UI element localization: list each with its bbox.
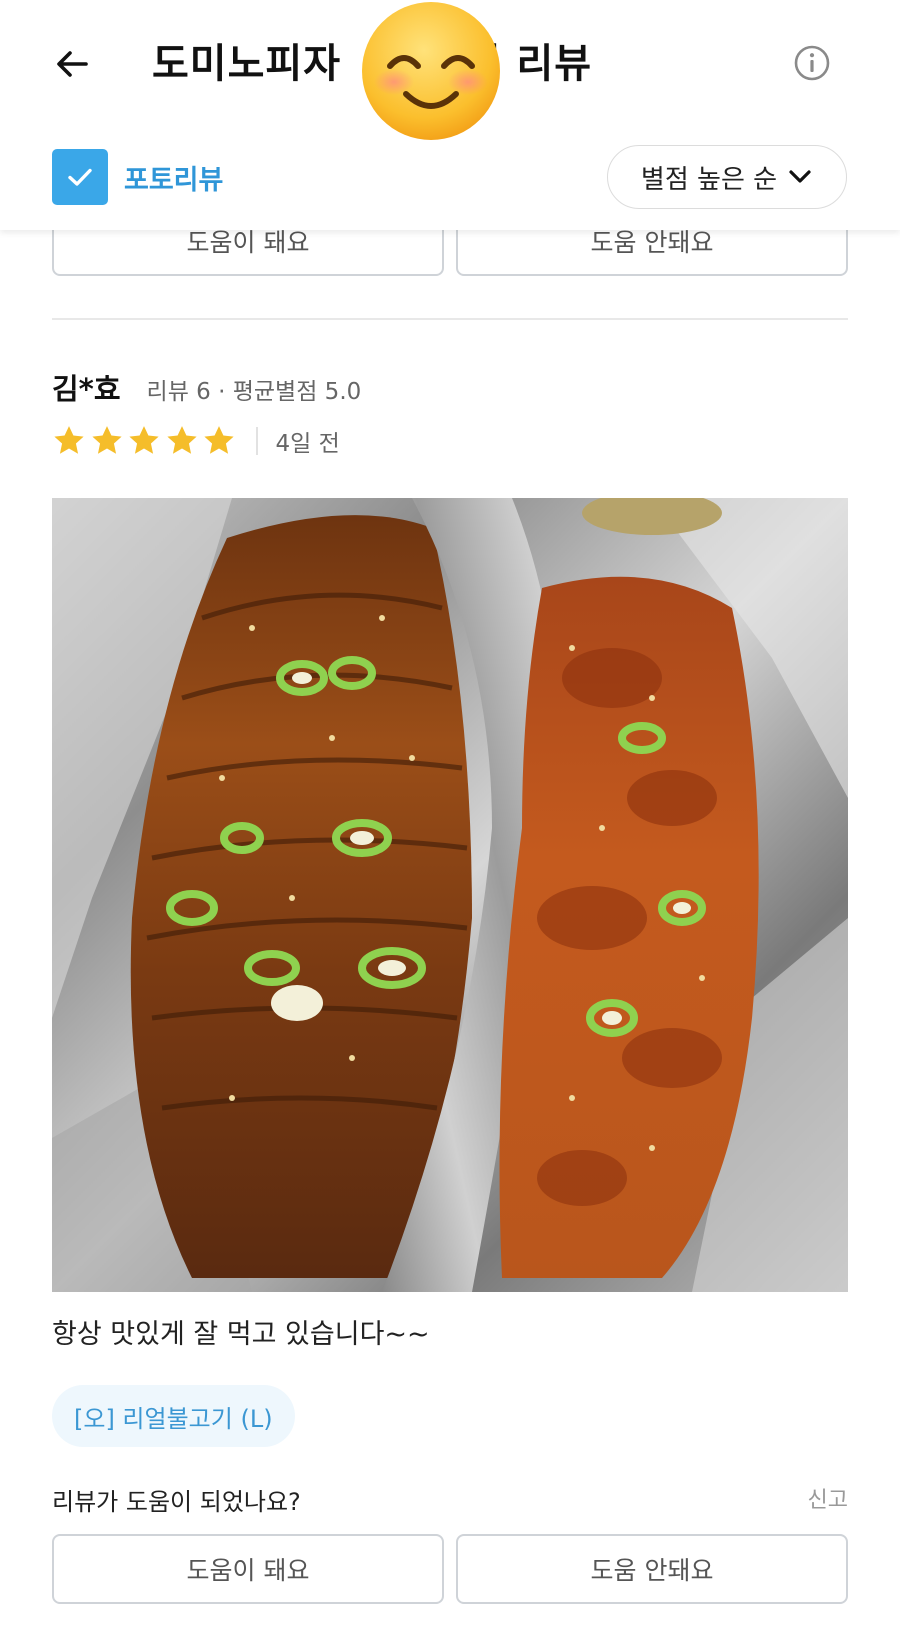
- reviewer-name[interactable]: 김*효: [52, 366, 121, 408]
- review-photo[interactable]: [52, 498, 848, 1292]
- review-feedback: 도움이 돼요 도움 안돼요: [52, 1534, 848, 1604]
- back-button[interactable]: [46, 38, 98, 90]
- helpful-question: 리뷰가 도움이 되었나요?: [52, 1488, 301, 1516]
- chevron-down-icon: [789, 170, 811, 183]
- photo-review-filter[interactable]: 포토리뷰: [52, 148, 223, 206]
- food-photo-image: [52, 498, 848, 1292]
- reviewer-info: 김*효 리뷰 6 · 평균별점 5.0: [52, 366, 361, 408]
- info-button[interactable]: [792, 43, 832, 83]
- review-text: 항상 맛있게 잘 먹고 있습니다~~: [52, 1319, 430, 1350]
- check-icon: [68, 168, 92, 186]
- star-rating: [52, 424, 240, 458]
- rating-separator: [255, 427, 258, 455]
- smiling-face-emoji-icon: [362, 2, 500, 140]
- star-icon: [166, 426, 197, 454]
- rating-row: 4일 전: [52, 424, 340, 458]
- not-helpful-button[interactable]: 도움 안돼요: [456, 1534, 848, 1604]
- star-icon: [91, 426, 122, 454]
- review-divider: [52, 318, 848, 320]
- sort-dropdown[interactable]: 별점 높은 순: [607, 145, 847, 209]
- arrow-left-icon: [57, 51, 88, 77]
- top-app-bar: 도미노피자 별점 리뷰 포토리뷰 별점 높은 순: [0, 0, 900, 230]
- page-title-text: 도미노피자: [152, 41, 356, 87]
- star-icon: [54, 426, 84, 454]
- sort-label: 별점 높은 순: [640, 164, 778, 195]
- photo-review-label: 포토리뷰: [124, 164, 224, 196]
- reviewer-stats: 리뷰 6 · 평균별점 5.0: [146, 379, 362, 405]
- star-icon: [129, 426, 159, 454]
- star-icon: [204, 426, 234, 454]
- ordered-menu-tag: [오] 리얼불고기 (L): [52, 1385, 295, 1447]
- helpful-button[interactable]: 도움이 돼요: [52, 1534, 444, 1604]
- review-date: 4일 전: [275, 431, 340, 457]
- photo-review-checkbox[interactable]: [52, 149, 108, 205]
- info-icon: [794, 45, 830, 81]
- report-link[interactable]: 신고: [808, 1482, 848, 1514]
